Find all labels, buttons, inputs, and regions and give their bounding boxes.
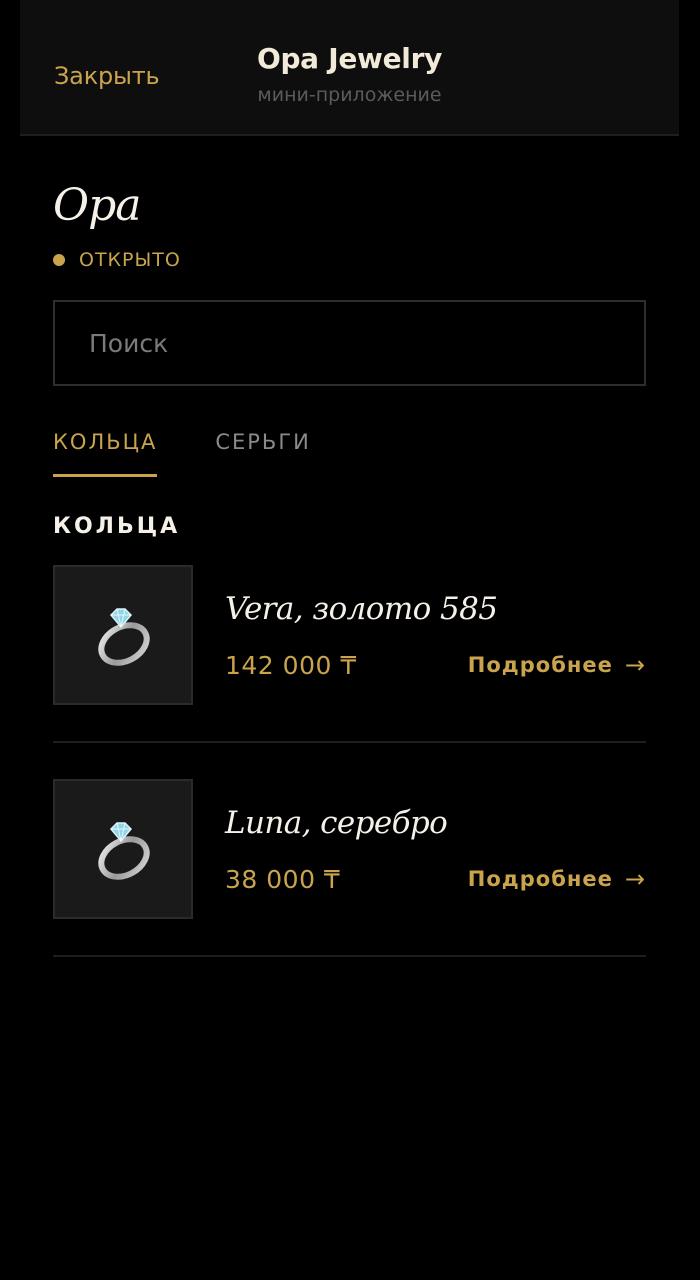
product-card[interactable]: Luna, серебро 38 000 ₸ Подробнее →	[53, 779, 646, 957]
search-box[interactable]	[53, 300, 646, 386]
product-card[interactable]: Vera, золото 585 142 000 ₸ Подробнее →	[53, 565, 646, 743]
app-subtitle: мини-приложение	[257, 84, 442, 106]
product-price: 38 000 ₸	[225, 865, 341, 894]
arrow-right-icon: →	[624, 651, 646, 679]
tab-rings[interactable]: КОЛЬЦА	[53, 430, 158, 477]
product-name: Luna, серебро	[225, 805, 448, 841]
details-link[interactable]: Подробнее →	[468, 865, 646, 893]
product-name: Vera, золото 585	[225, 591, 498, 627]
ring-icon	[98, 822, 150, 880]
category-tabs: КОЛЬЦА СЕРЬГИ	[53, 430, 369, 477]
status-dot-icon	[53, 254, 65, 266]
top-bar: Закрыть Opa Jewelry мини-приложение	[20, 0, 679, 136]
details-label: Подробнее	[467, 867, 613, 891]
details-label: Подробнее	[467, 653, 613, 677]
ring-icon	[98, 608, 150, 666]
product-price: 142 000 ₸	[225, 651, 357, 680]
search-input[interactable]	[55, 302, 644, 384]
store-status: ОТКРЫТО	[53, 249, 181, 271]
product-thumbnail[interactable]	[53, 779, 193, 919]
details-link[interactable]: Подробнее →	[468, 651, 646, 679]
tab-earrings[interactable]: СЕРЬГИ	[215, 430, 311, 477]
section-title: КОЛЬЦА	[53, 514, 181, 539]
arrow-right-icon: →	[624, 865, 646, 893]
app-title: Opa Jewelry	[256, 42, 443, 75]
product-thumbnail[interactable]	[53, 565, 193, 705]
status-label: ОТКРЫТО	[79, 249, 181, 271]
store-name: Opa	[53, 180, 141, 231]
